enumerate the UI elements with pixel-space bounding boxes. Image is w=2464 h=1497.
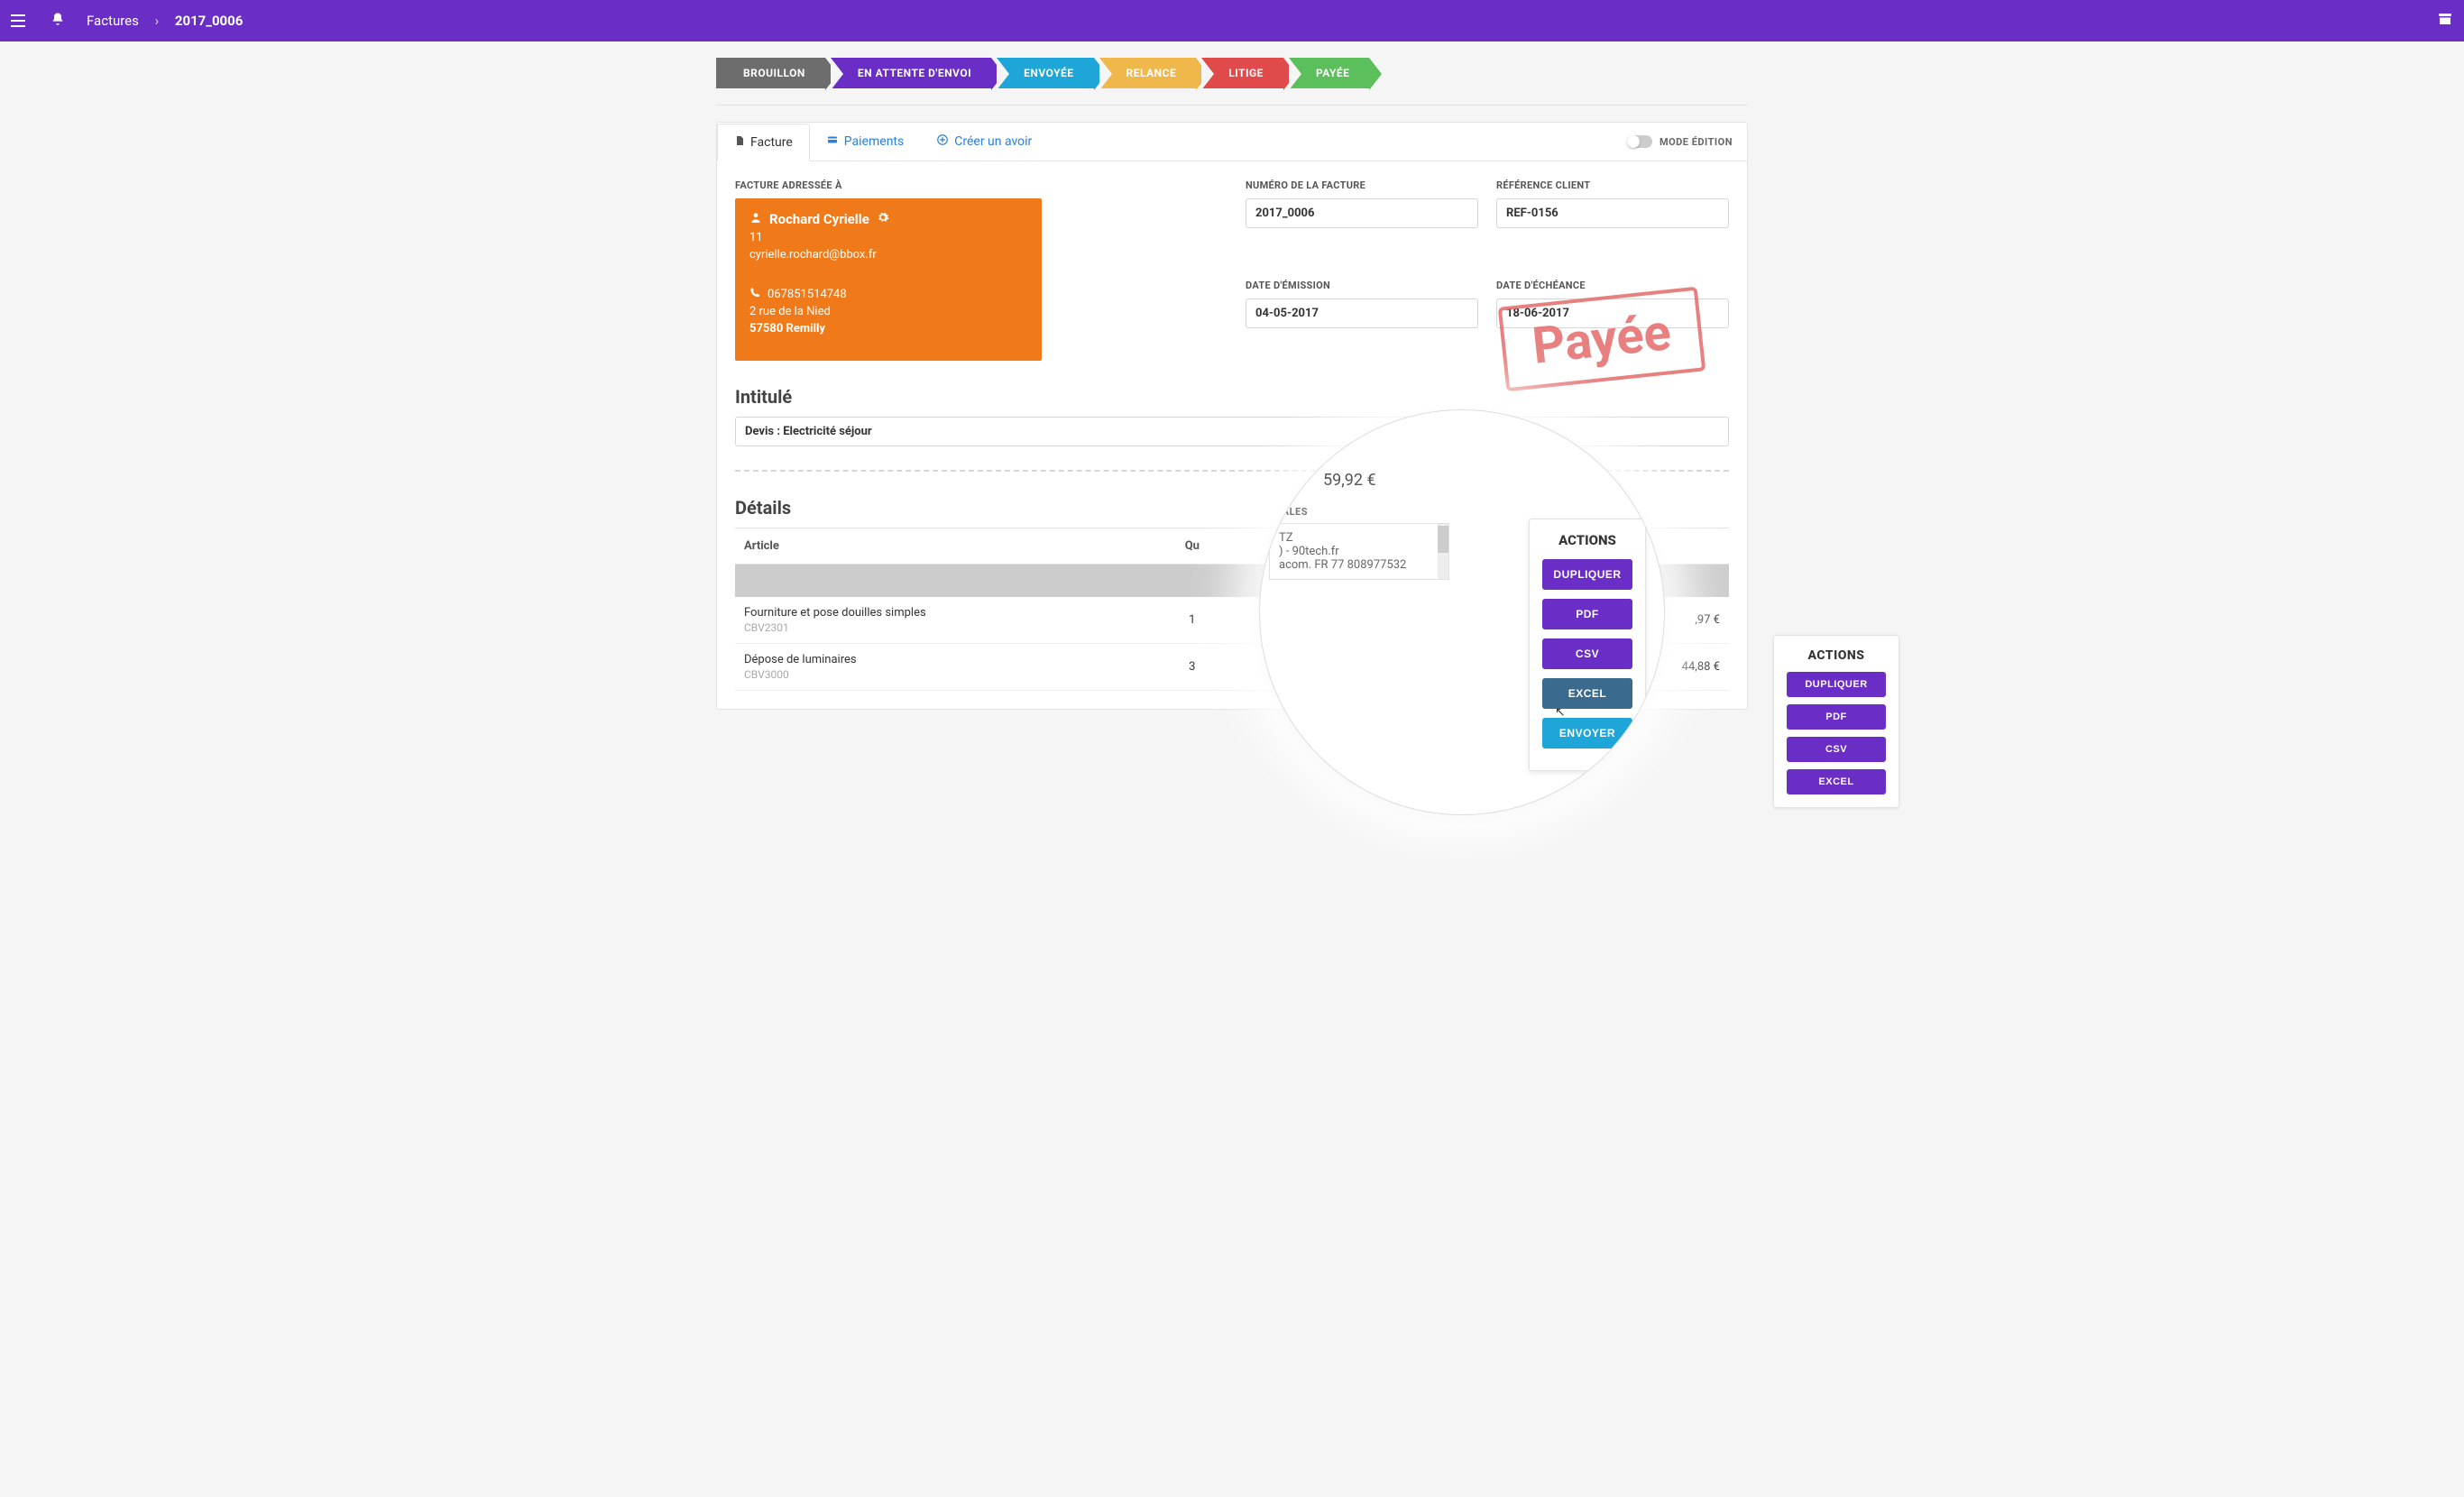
col-article: Article	[744, 539, 1143, 553]
client-street: 2 rue de la Nied	[749, 305, 1027, 318]
breadcrumb: Factures › 2017_0006	[87, 13, 243, 29]
step-attente[interactable]: EN ATTENTE D'ENVOI	[831, 58, 991, 88]
client-city: 57580 Remilly	[749, 322, 1027, 335]
tab-facture[interactable]: Facture	[717, 124, 810, 161]
emission-input[interactable]: 04-05-2017	[1246, 298, 1478, 328]
lens-pdf-button[interactable]: PDF	[1542, 599, 1632, 629]
lens-actions-title: ACTIONS	[1542, 532, 1632, 548]
client-name: Rochard Cyrielle	[769, 211, 869, 227]
workflow-steps: BROUILLON EN ATTENTE D'ENVOI ENVOYÉE REL…	[716, 58, 1748, 88]
tab-avoir[interactable]: Créer un avoir	[920, 123, 1048, 161]
tab-facture-label: Facture	[750, 135, 793, 150]
lens-price2: 59,92 €	[1323, 471, 1665, 490]
bell-icon[interactable]	[51, 12, 65, 30]
row-qte: 1	[1143, 613, 1242, 627]
client-section-label: FACTURE ADRESSÉE À	[735, 179, 1218, 191]
dupliquer-button[interactable]: DUPLIQUER	[1787, 672, 1886, 697]
csv-button[interactable]: CSV	[1787, 737, 1886, 762]
step-litige[interactable]: LITIGE	[1201, 58, 1283, 88]
file-icon	[734, 135, 745, 150]
archive-icon[interactable]	[2437, 11, 2453, 31]
echeance-input[interactable]: 18-06-2017	[1496, 298, 1729, 328]
row-name: Dépose de luminaires	[744, 653, 1143, 666]
lens-excel-button[interactable]: EXCEL	[1542, 678, 1632, 709]
tab-paiements-label: Paiements	[844, 134, 904, 149]
pdf-button[interactable]: PDF	[1787, 704, 1886, 730]
breadcrumb-current: 2017_0006	[175, 13, 244, 29]
side-actions-panel: ACTIONS DUPLIQUER PDF CSV EXCEL	[1773, 635, 1899, 808]
tabs: Facture Paiements Créer un avoir MODE ÉD…	[717, 123, 1747, 161]
chevron-right-icon: ›	[155, 13, 160, 29]
numero-input[interactable]: 2017_0006	[1246, 198, 1478, 228]
topbar: Factures › 2017_0006	[0, 0, 2464, 41]
row-qte: 3	[1143, 660, 1242, 674]
client-line2: 11	[749, 231, 1027, 244]
tab-paiements[interactable]: Paiements	[810, 124, 920, 160]
divider	[716, 105, 1748, 106]
step-envoyee[interactable]: ENVOYÉE	[997, 58, 1093, 88]
lens-envoyer-button[interactable]: ENVOYER	[1542, 718, 1632, 748]
step-brouillon[interactable]: BROUILLON	[716, 58, 825, 88]
row-sku: CBV3000	[744, 668, 1143, 681]
card-icon	[826, 134, 839, 149]
lens-csv-button[interactable]: CSV	[1542, 638, 1632, 669]
client-phone: 067851514748	[768, 288, 847, 301]
lens-legal-1: TZ	[1279, 531, 1439, 545]
step-payee[interactable]: PAYÉE	[1289, 58, 1370, 88]
person-icon	[749, 211, 762, 227]
lens-legal-label: ÉGALES	[1269, 506, 1665, 518]
lens-legal-box[interactable]: TZ ) - 90tech.fr acom. FR 77 808977532	[1269, 523, 1449, 580]
lens-price1: ) €	[1260, 410, 1665, 427]
ref-label: RÉFÉRENCE CLIENT	[1496, 179, 1729, 191]
cursor-icon: ↖	[1555, 705, 1566, 720]
lens-dupliquer-button[interactable]: DUPLIQUER	[1542, 559, 1632, 590]
excel-button[interactable]: EXCEL	[1787, 769, 1886, 794]
client-email: cyrielle.rochard@bbox.fr	[749, 248, 1027, 262]
mode-edition-label: MODE ÉDITION	[1660, 136, 1733, 148]
tab-avoir-label: Créer un avoir	[954, 134, 1032, 149]
lens-actions-panel: ACTIONS DUPLIQUER PDF CSV EXCEL ENVOYER …	[1529, 519, 1646, 771]
zoom-lens: ) € 59,92 € ÉGALES TZ ) - 90tech.fr acom…	[1259, 409, 1665, 815]
menu-icon[interactable]	[11, 10, 32, 32]
step-relance[interactable]: RELANCE	[1099, 58, 1197, 88]
row-name: Fourniture et pose douilles simples	[744, 606, 1143, 620]
numero-label: NUMÉRO DE LA FACTURE	[1246, 179, 1478, 191]
breadcrumb-root[interactable]: Factures	[87, 13, 139, 29]
echeance-label: DATE D'ÉCHÉANCE	[1496, 280, 1729, 291]
client-card[interactable]: Rochard Cyrielle 11 cyrielle.rochard@bbo…	[735, 198, 1042, 361]
intitule-title: Intitulé	[735, 386, 1729, 408]
plus-circle-icon	[936, 133, 949, 150]
ref-input[interactable]: REF-0156	[1496, 198, 1729, 228]
mode-edition-toggle[interactable]	[1627, 135, 1652, 148]
side-actions-title: ACTIONS	[1787, 648, 1886, 663]
lens-legal-3: acom. FR 77 808977532	[1279, 558, 1439, 572]
phone-icon	[749, 287, 760, 301]
lens-legal-2: ) - 90tech.fr	[1279, 545, 1439, 558]
row-sku: CBV2301	[744, 621, 1143, 634]
emission-label: DATE D'ÉMISSION	[1246, 280, 1478, 291]
mode-edition: MODE ÉDITION	[1627, 135, 1747, 148]
gear-icon[interactable]	[877, 211, 889, 227]
col-qte: Qu	[1143, 539, 1242, 553]
scrollbar[interactable]	[1438, 524, 1448, 579]
